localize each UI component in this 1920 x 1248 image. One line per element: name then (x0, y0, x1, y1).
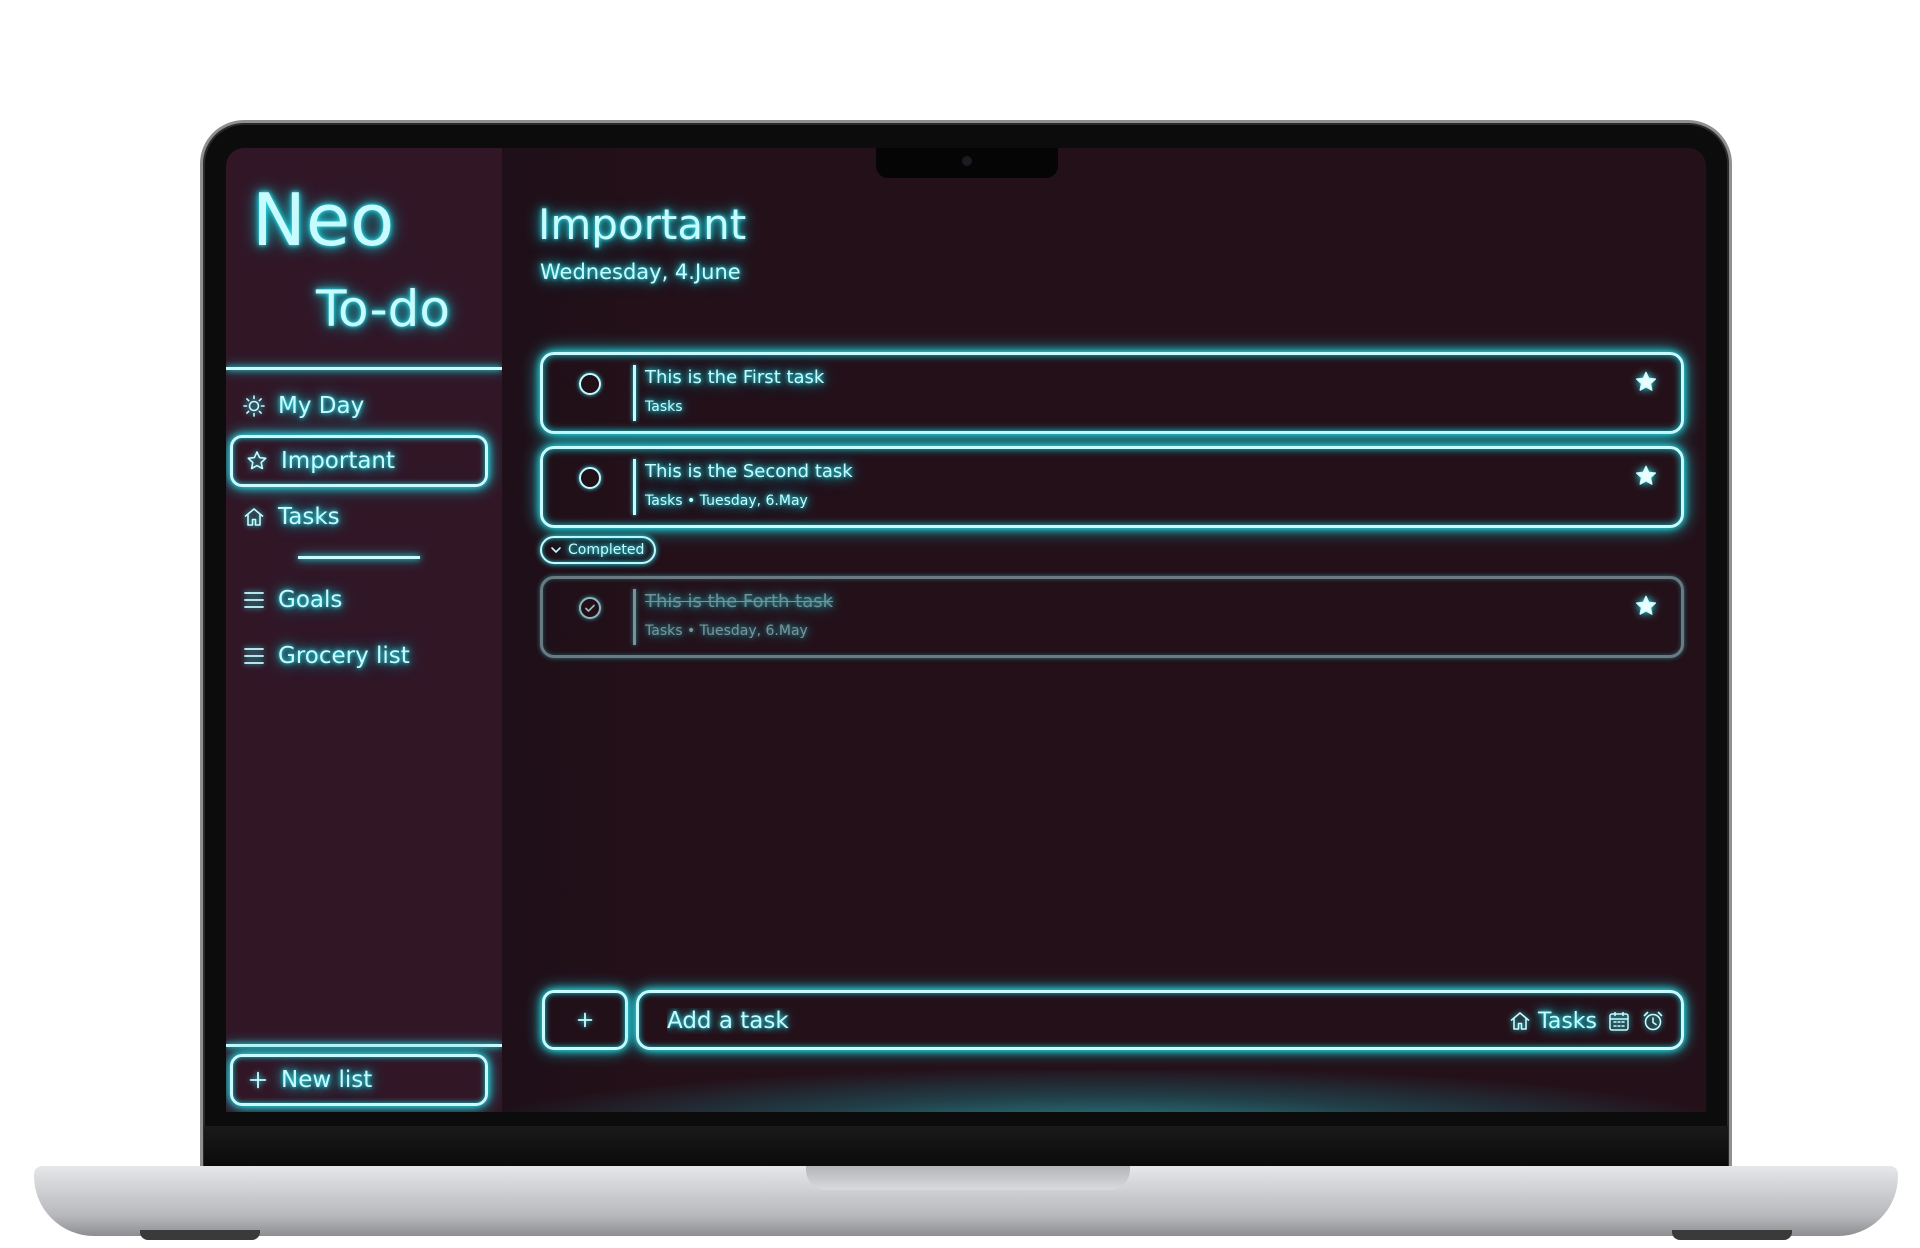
sidebar-item-grocery-list[interactable]: Grocery list (230, 630, 488, 682)
task-list-selector[interactable]: Tasks (1508, 1009, 1597, 1034)
sidebar-item-label: Grocery list (278, 643, 410, 669)
sidebar-item-label: My Day (278, 393, 365, 419)
list-icon (244, 592, 264, 608)
star-filled-icon[interactable] (1633, 463, 1659, 489)
laptop-foot-right (1672, 1230, 1792, 1240)
sidebar-item-goals[interactable]: Goals (230, 574, 488, 626)
completed-label: Completed (568, 542, 645, 558)
task-separator (633, 589, 636, 645)
task-list-label: Tasks (1538, 1008, 1597, 1034)
add-task-tools: Tasks (1508, 1003, 1665, 1039)
task-complete-checkbox[interactable] (579, 597, 601, 619)
plus-icon (249, 1071, 267, 1089)
sidebar: Neo To-do My Day Important Tasks Goals G… (226, 148, 502, 1112)
home-icon (1510, 1012, 1530, 1030)
sidebar-item-label: Goals (278, 587, 343, 613)
task-title: This is the Forth task (645, 591, 834, 612)
brand-logo-todo: To-do (316, 280, 450, 338)
task-separator (633, 459, 636, 515)
sidebar-item-tasks[interactable]: Tasks (230, 491, 488, 543)
bottom-glow (502, 1070, 1706, 1112)
task-title: This is the Second task (645, 461, 853, 482)
star-filled-icon[interactable] (1633, 369, 1659, 395)
new-list-button[interactable]: New list (230, 1054, 488, 1106)
task-title: This is the First task (645, 367, 825, 388)
sidebar-item-label: Important (281, 448, 396, 474)
laptop-chin (204, 1126, 1728, 1168)
task-meta: Tasks • Tuesday, 6.May (645, 623, 808, 639)
check-icon (585, 604, 595, 612)
page-date: Wednesday, 4.June (540, 260, 741, 284)
sidebar-item-label: Tasks (278, 504, 340, 530)
alarm-clock-icon[interactable] (1641, 1009, 1665, 1033)
plus-icon (577, 1012, 593, 1028)
sidebar-divider (226, 1044, 502, 1047)
star-outline-icon (247, 451, 267, 470)
sidebar-item-my-day[interactable]: My Day (230, 380, 488, 432)
completed-task-item[interactable]: This is the Forth task Tasks • Tuesday, … (540, 576, 1684, 658)
camera-notch (876, 148, 1058, 178)
add-task-input[interactable] (667, 1001, 1427, 1041)
app-window: Neo To-do My Day Important Tasks Goals G… (226, 148, 1706, 1112)
task-item[interactable]: This is the Second task Tasks • Tuesday,… (540, 446, 1684, 528)
task-complete-checkbox[interactable] (579, 467, 601, 489)
sidebar-divider (298, 556, 420, 559)
add-task-button[interactable] (542, 990, 628, 1050)
page-title: Important (538, 200, 747, 249)
brand-logo-neo: Neo (252, 178, 395, 262)
home-icon (244, 508, 264, 526)
laptop-opening-notch (806, 1166, 1130, 1190)
task-item[interactable]: This is the First task Tasks (540, 352, 1684, 434)
sidebar-divider (226, 367, 502, 370)
task-meta: Tasks (645, 399, 683, 415)
task-separator (633, 365, 636, 421)
calendar-icon[interactable] (1607, 1009, 1631, 1033)
completed-section-toggle[interactable]: Completed (540, 536, 657, 564)
list-icon (244, 648, 264, 664)
add-task-bar: Tasks (636, 990, 1684, 1050)
sidebar-item-important[interactable]: Important (230, 435, 488, 487)
task-complete-checkbox[interactable] (579, 373, 601, 395)
task-meta: Tasks • Tuesday, 6.May (645, 493, 808, 509)
main-panel: Important Wednesday, 4.June This is the … (502, 148, 1706, 1112)
sun-icon (243, 395, 265, 417)
chevron-down-icon (551, 547, 561, 554)
laptop-foot-left (140, 1230, 260, 1240)
camera-icon (962, 156, 972, 166)
star-filled-icon[interactable] (1633, 593, 1659, 619)
new-list-label: New list (281, 1067, 373, 1093)
